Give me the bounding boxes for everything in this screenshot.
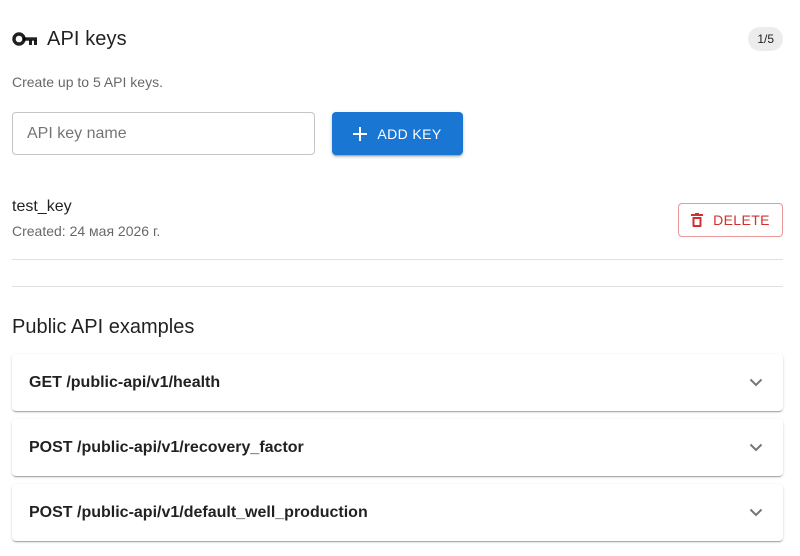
add-key-button[interactable]: ADD KEY bbox=[332, 112, 463, 155]
accordion-recovery-factor[interactable]: POST /public-api/v1/recovery_factor bbox=[12, 419, 783, 476]
key-name: test_key bbox=[12, 198, 72, 215]
api-key-item: test_key Created: 24 мая 2026 г. DELETE bbox=[12, 196, 783, 260]
chevron-down-icon bbox=[749, 508, 763, 517]
accordion-label: GET /public-api/v1/health bbox=[29, 373, 221, 391]
accordion-health[interactable]: GET /public-api/v1/health bbox=[12, 354, 783, 411]
accordion-label: POST /public-api/v1/recovery_factor bbox=[29, 438, 304, 456]
api-key-name-input[interactable] bbox=[12, 112, 315, 155]
key-created-date: Created: 24 мая 2026 г. bbox=[12, 223, 161, 239]
page-title: API keys bbox=[47, 27, 127, 50]
accordion-label: POST /public-api/v1/default_well_product… bbox=[29, 503, 368, 521]
chevron-down-icon bbox=[749, 443, 763, 452]
delete-key-button[interactable]: DELETE bbox=[678, 203, 783, 237]
title-wrap: API keys bbox=[12, 28, 127, 51]
api-keys-header: API keys 1/5 bbox=[12, 24, 783, 54]
trash-icon bbox=[691, 213, 704, 227]
examples-title: Public API examples bbox=[12, 316, 195, 338]
delete-label: DELETE bbox=[713, 212, 770, 228]
add-key-label: ADD KEY bbox=[377, 125, 442, 142]
subtitle: Create up to 5 API keys. bbox=[12, 74, 163, 90]
key-icon bbox=[12, 32, 37, 46]
key-count-badge: 1/5 bbox=[748, 27, 783, 51]
plus-icon bbox=[353, 126, 368, 141]
section-divider bbox=[12, 286, 783, 287]
accordion-default-well-production[interactable]: POST /public-api/v1/default_well_product… bbox=[12, 484, 783, 541]
chevron-down-icon bbox=[749, 378, 763, 387]
